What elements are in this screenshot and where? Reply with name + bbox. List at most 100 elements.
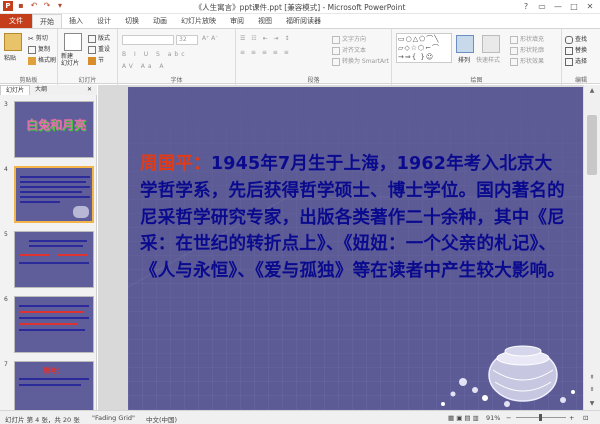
clipboard-group-label: 剪贴板: [19, 77, 38, 84]
zoom-level[interactable]: 91%: [486, 414, 500, 422]
theme-name: "Fading Grid": [92, 414, 135, 422]
copy-button[interactable]: 复制: [28, 44, 50, 54]
zoom-in-icon[interactable]: +: [569, 414, 574, 422]
smartart-button[interactable]: 转换为 SmartArt: [332, 56, 389, 66]
clipboard-group: 粘贴 ✂ 剪切 复制 格式刷 剪贴板: [0, 29, 58, 85]
font-color-buttons[interactable]: AV Aa A: [122, 63, 167, 70]
thumbnail-image: [14, 296, 94, 353]
previous-slide-icon[interactable]: ⇞: [584, 372, 600, 384]
tab-design[interactable]: 设计: [90, 14, 118, 28]
crystal-jar-illustration: [441, 345, 575, 407]
arrange-icon[interactable]: [456, 35, 474, 53]
font-style-buttons[interactable]: B I U S abc: [122, 51, 188, 58]
slide-number: 7: [4, 361, 8, 368]
tab-slideshow[interactable]: 幻灯片放映: [174, 14, 223, 28]
title-bar: P ▪ ↶ ↷ ▾ 《人生寓言》ppt课件.ppt [兼容模式] - Micro…: [0, 0, 600, 14]
minimize-button[interactable]: —: [550, 0, 566, 13]
quick-styles-icon[interactable]: [482, 35, 500, 53]
paste-icon[interactable]: [4, 33, 22, 51]
scroll-up-icon[interactable]: ▲: [584, 85, 600, 97]
text-direction-icon: [332, 35, 340, 44]
replace-button[interactable]: 替换: [565, 45, 587, 55]
select-button[interactable]: 选择: [565, 56, 587, 66]
scroll-down-icon[interactable]: ▼: [584, 398, 600, 410]
paste-button[interactable]: 粘贴: [4, 53, 16, 62]
slides-panel: 3 白兔和月亮 4 5 6 7 思考：: [0, 95, 97, 410]
slide-number: 4: [4, 166, 8, 173]
thumbnail-image: 思考：: [14, 361, 94, 410]
editing-group-label: 编辑: [574, 77, 587, 84]
tab-foxit[interactable]: 福昕阅读器: [279, 14, 328, 28]
align-text-label: 对齐文本: [342, 47, 367, 54]
font-size-box[interactable]: 32: [176, 35, 198, 45]
scrollbar-thumb[interactable]: [587, 115, 597, 175]
replace-label: 替换: [575, 47, 588, 54]
reset-button[interactable]: 重设: [88, 44, 110, 54]
thumbnail-image: [14, 231, 94, 288]
shape-outline-label: 形状轮廓: [520, 47, 545, 54]
language[interactable]: 中文(中国): [146, 414, 177, 424]
quick-styles-button[interactable]: 快速样式: [476, 55, 500, 64]
tab-insert[interactable]: 插入: [62, 14, 90, 28]
copy-label: 复制: [38, 46, 51, 53]
tab-home[interactable]: 开始: [32, 14, 62, 28]
new-slide-button[interactable]: 新建 幻灯片: [61, 53, 79, 67]
font-name-box[interactable]: [122, 35, 174, 45]
reset-label: 重设: [98, 46, 111, 53]
tab-transitions[interactable]: 切换: [118, 14, 146, 28]
shapes-gallery[interactable]: ▭○△⬠⌒╲ ▱◇☆⬡⌐⌒ →⇒{ }☺: [396, 33, 452, 63]
format-painter-button[interactable]: 格式刷: [28, 55, 56, 65]
shape-effects-button[interactable]: 形状效果: [510, 56, 544, 66]
fit-slide-icon[interactable]: ⊡: [583, 414, 588, 422]
slide-body-text[interactable]: 周国平：1945年7月生于上海，1962年考入北京大学哲学系，先后获得哲学硕士、…: [140, 151, 565, 285]
grow-font-icon[interactable]: A⁺ A⁻: [202, 35, 218, 42]
tab-file[interactable]: 文件: [0, 14, 32, 28]
shape-outline-button[interactable]: 形状轮廓: [510, 45, 544, 55]
align-text-icon: [332, 46, 340, 55]
thumbnail-title: 思考：: [43, 367, 64, 375]
outline-icon: [510, 46, 518, 55]
tab-slides-panel[interactable]: 幻灯片: [0, 85, 31, 95]
close-button[interactable]: ✕: [582, 0, 598, 13]
shape-fill-label: 形状填充: [520, 36, 545, 43]
find-button[interactable]: 查找: [565, 34, 587, 44]
layout-label: 版式: [98, 35, 111, 42]
tab-animations[interactable]: 动画: [146, 14, 174, 28]
zoom-out-icon[interactable]: −: [506, 414, 511, 422]
slide-editor[interactable]: 周国平：1945年7月生于上海，1962年考入北京大学哲学系，先后获得哲学硕士、…: [98, 85, 583, 410]
tab-view[interactable]: 视图: [251, 14, 279, 28]
slide-canvas[interactable]: 周国平：1945年7月生于上海，1962年考入北京大学哲学系，先后获得哲学硕士、…: [128, 87, 583, 410]
list-buttons[interactable]: ☰ ☷ ⇤ ⇥ ↕: [240, 35, 291, 42]
arrange-button[interactable]: 排列: [458, 55, 470, 64]
new-slide-icon[interactable]: [64, 33, 82, 51]
slides-group: 新建 幻灯片 版式 重设 节 幻灯片: [58, 29, 118, 85]
smartart-icon: [332, 57, 340, 66]
section-button[interactable]: 节: [88, 55, 104, 65]
vertical-scrollbar[interactable]: ▲ ⇞ ⇟ ▼: [583, 85, 600, 410]
select-label: 选择: [575, 58, 588, 65]
tab-outline-panel[interactable]: 大纲: [30, 85, 52, 95]
text-direction-button[interactable]: 文字方向: [332, 34, 366, 44]
thumbnail-image: 白兔和月亮: [14, 101, 94, 158]
align-buttons[interactable]: ≡ ≡ ≡ ≡ ≡: [240, 49, 291, 56]
jar-thumbnail-icon: [73, 206, 89, 218]
next-slide-icon[interactable]: ⇟: [584, 384, 600, 396]
view-buttons[interactable]: ▦ ▣ ▤ ▥: [448, 414, 479, 422]
tab-review[interactable]: 审阅: [223, 14, 251, 28]
layout-icon: [88, 34, 96, 43]
window-controls: ? ▭ — □ ✕: [518, 0, 598, 13]
ribbon-display-icon[interactable]: ▭: [534, 0, 550, 13]
shape-effects-label: 形状效果: [520, 58, 545, 65]
status-bar: 幻灯片 第 4 张，共 20 张 "Fading Grid" 中文(中国) ▦ …: [0, 410, 600, 424]
panel-tabs: 幻灯片 大纲 ✕: [0, 85, 97, 95]
zoom-slider-thumb[interactable]: [539, 414, 542, 421]
align-text-button[interactable]: 对齐文本: [332, 45, 366, 55]
close-panel-icon[interactable]: ✕: [82, 85, 97, 95]
effects-icon: [510, 57, 518, 66]
layout-button[interactable]: 版式: [88, 33, 110, 43]
shape-fill-button[interactable]: 形状填充: [510, 34, 544, 44]
help-icon[interactable]: ?: [518, 0, 534, 13]
smartart-label: 转换为 SmartArt: [342, 58, 389, 65]
maximize-button[interactable]: □: [566, 0, 582, 13]
cut-button[interactable]: ✂ 剪切: [28, 33, 48, 43]
